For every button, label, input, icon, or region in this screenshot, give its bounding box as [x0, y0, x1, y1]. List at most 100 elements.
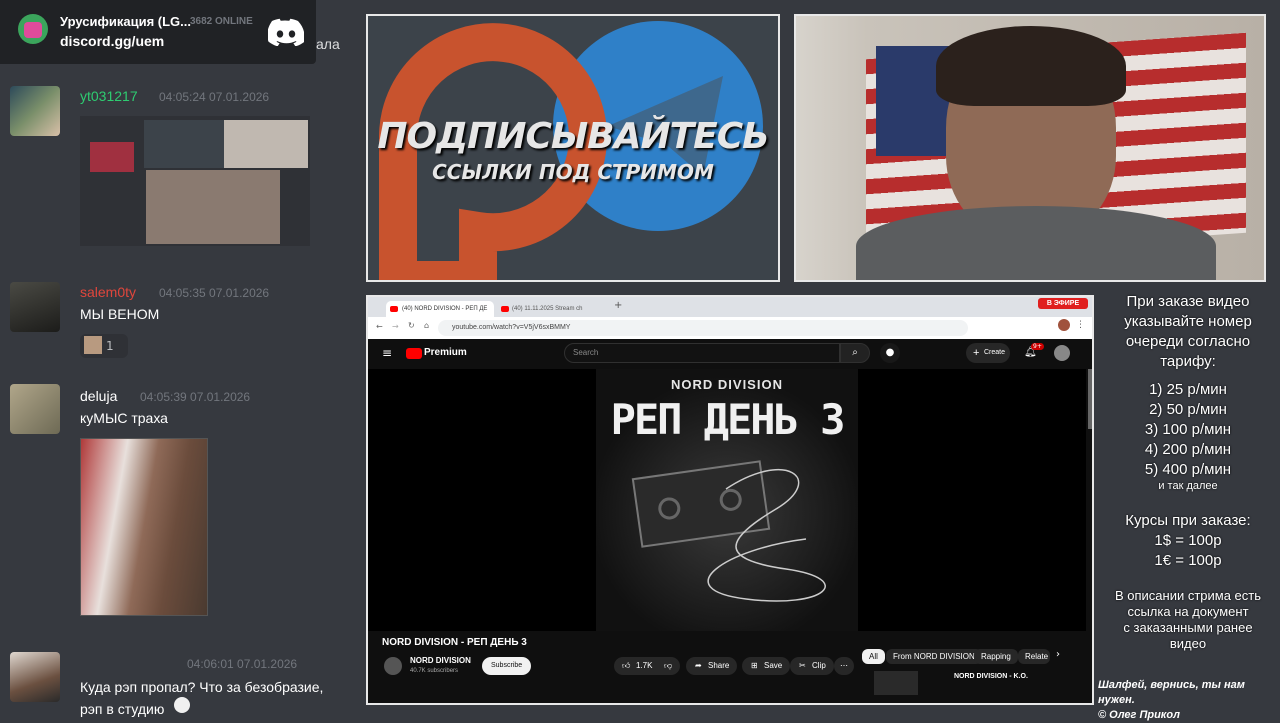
- home-icon[interactable]: ⌂: [424, 321, 429, 330]
- rates-title: Курсы при заказе:: [1125, 512, 1251, 529]
- video-player[interactable]: NORD DIVISION РЕП ДЕНЬ 3: [368, 369, 1092, 631]
- credits-line: © Олег Прикол: [1098, 709, 1180, 721]
- tab-label: (40) NORD DIVISION - РЕП ДЕ: [402, 306, 488, 312]
- new-tab-icon[interactable]: +: [614, 300, 622, 311]
- intro-line: указывайте номер: [1124, 313, 1252, 330]
- channel-name[interactable]: NORD DIVISION: [410, 656, 471, 665]
- credits-line: Шалфей, вернись, ты нам нужен.: [1098, 679, 1245, 706]
- online-count: 3682 ONLINE: [190, 16, 253, 27]
- share-icon: ➦: [695, 661, 702, 670]
- tab-active[interactable]: (40) NORD DIVISION - РЕП ДЕ: [386, 301, 494, 317]
- message-timestamp: 04:06:01 07.01.2026: [187, 657, 298, 671]
- tariff-etc: и так далее: [1158, 480, 1218, 492]
- reaction-badge[interactable]: 1: [80, 334, 128, 358]
- message-timestamp: 04:05:39 07.01.2026: [140, 390, 251, 404]
- reaction-count: 1: [106, 339, 114, 353]
- like-button[interactable]: 👍︎ 1.7K 👎︎: [614, 657, 680, 675]
- tariff-line: 1) 25 р/мин: [1149, 381, 1227, 398]
- chip-from-channel[interactable]: From NORD DIVISION: [886, 649, 982, 664]
- discord-logo-icon: [268, 18, 304, 46]
- order-info-panel: При заказе видео указывайте номер очеред…: [1100, 290, 1276, 652]
- message-timestamp: 04:05:35 07.01.2026: [159, 286, 270, 300]
- message-timestamp: 04:05:24 07.01.2026: [159, 90, 270, 104]
- subscriber-count: 40.7K subscribers: [410, 668, 459, 674]
- doc-note-line: с заказанными ранее: [1123, 620, 1253, 635]
- rate-line: 1€ = 100р: [1154, 552, 1222, 569]
- notification-count: 9+: [1031, 343, 1044, 350]
- webcam-panel: [794, 14, 1266, 282]
- discord-server-header[interactable]: Урусификация (LG... 3682 ONLINE discord.…: [0, 0, 316, 64]
- intro-line: тарифу:: [1160, 353, 1216, 370]
- server-name: Урусификация (LG...: [60, 14, 191, 29]
- attached-screenshot[interactable]: [80, 116, 310, 246]
- more-actions-icon[interactable]: ⋯: [834, 657, 854, 675]
- next-video-thumbnail[interactable]: [874, 671, 918, 695]
- credits: Шалфей, вернись, ты нам нужен. © Олег Пр…: [1098, 678, 1280, 723]
- address-bar: ← → ↻ ⌂ youtube.com/watch?v=V5jV6sxBMMY …: [368, 317, 1092, 339]
- attached-photo[interactable]: [80, 438, 208, 616]
- scissors-icon: ✂: [799, 661, 806, 670]
- share-button[interactable]: ➦ Share: [686, 657, 738, 675]
- search-input[interactable]: Search: [564, 343, 840, 363]
- promo-headline: ПОДПИСЫВАЙТЕСЬ: [377, 116, 769, 157]
- streamer-hair: [936, 26, 1126, 106]
- url-field[interactable]: youtube.com/watch?v=V5jV6sxBMMY: [438, 320, 968, 336]
- chip-all[interactable]: All: [862, 649, 885, 664]
- cover-title: РЕП ДЕНЬ 3: [610, 395, 846, 444]
- emoji-icon: [174, 697, 190, 713]
- url-text: youtube.com/watch?v=V5jV6sxBMMY: [452, 324, 571, 331]
- video-title: NORD DIVISION - РЕП ДЕНЬ 3: [382, 637, 527, 648]
- clip-button[interactable]: ✂ Clip: [790, 657, 834, 675]
- microphone-icon[interactable]: ●: [880, 343, 900, 363]
- scrollbar-thumb[interactable]: [1088, 369, 1092, 429]
- message-username[interactable]: yt031217: [80, 88, 138, 104]
- back-icon[interactable]: ←: [376, 322, 383, 331]
- channel-avatar[interactable]: [384, 657, 402, 675]
- account-avatar[interactable]: [1054, 345, 1070, 361]
- like-count: 1.7K: [636, 661, 653, 670]
- thumbs-down-icon: 👎︎: [664, 661, 673, 670]
- user-avatar[interactable]: [10, 282, 60, 332]
- youtube-logo-icon: [406, 348, 422, 359]
- create-button[interactable]: + Create: [966, 343, 1010, 363]
- tab-inactive[interactable]: (40) 11.11.2025 Stream ch: [498, 301, 598, 317]
- invite-link[interactable]: discord.gg/uem: [60, 33, 164, 49]
- reload-icon[interactable]: ↻: [408, 321, 415, 330]
- youtube-favicon-icon: [501, 306, 509, 312]
- message-username[interactable]: deluja: [80, 388, 117, 404]
- tape-scribble-icon: [707, 468, 826, 602]
- save-button[interactable]: ⊞ Save: [742, 657, 791, 675]
- live-badge: В ЭФИРЕ: [1038, 298, 1088, 309]
- share-label: Share: [708, 661, 730, 670]
- tariff-line: 3) 100 р/мин: [1144, 421, 1232, 438]
- chip-rapping[interactable]: Rapping: [974, 649, 1018, 664]
- user-avatar[interactable]: [10, 652, 60, 702]
- chevron-right-icon[interactable]: ›: [1056, 649, 1060, 660]
- search-icon[interactable]: ⌕: [840, 343, 870, 363]
- truncated-text: ала: [316, 36, 340, 52]
- youtube-premium-label[interactable]: Premium: [424, 347, 467, 358]
- doc-note-line: В описании стрима есть: [1114, 588, 1262, 603]
- promo-subline: ССЫЛКИ ПОД СТРИМОМ: [432, 160, 714, 184]
- tariff-line: 5) 400 р/мин: [1144, 461, 1232, 478]
- message-username[interactable]: salem0ty: [80, 284, 136, 300]
- user-avatar[interactable]: [10, 384, 60, 434]
- subscribe-button[interactable]: Subscribe: [482, 657, 532, 675]
- doc-note-line: видео: [1169, 636, 1207, 651]
- youtube-header: ≡ Premium Search ⌕ ● + Create 🔔︎ 9+: [368, 339, 1092, 369]
- chip-related[interactable]: Relate: [1018, 649, 1050, 664]
- profile-avatar[interactable]: [1058, 319, 1070, 331]
- message-text-line2: рэп в студию: [80, 701, 165, 717]
- discord-chat-panel: Урусификация (LG... 3682 ONLINE discord.…: [0, 0, 360, 720]
- hamburger-icon[interactable]: ≡: [382, 346, 392, 360]
- reaction-emoji-icon: [84, 336, 102, 354]
- intro-line: очереди согласно: [1125, 333, 1251, 350]
- next-video-title[interactable]: NORD DIVISION - K.O.: [954, 673, 1028, 680]
- cover-artist: NORD DIVISION: [671, 377, 783, 392]
- forward-icon[interactable]: →: [392, 322, 399, 331]
- user-avatar[interactable]: [10, 86, 60, 136]
- tariff-line: 2) 50 р/мин: [1149, 401, 1227, 418]
- browser-window: (40) NORD DIVISION - РЕП ДЕ (40) 11.11.2…: [366, 295, 1094, 705]
- tariff-line: 4) 200 р/мин: [1144, 441, 1232, 458]
- menu-dots-icon[interactable]: ⋮: [1076, 320, 1085, 330]
